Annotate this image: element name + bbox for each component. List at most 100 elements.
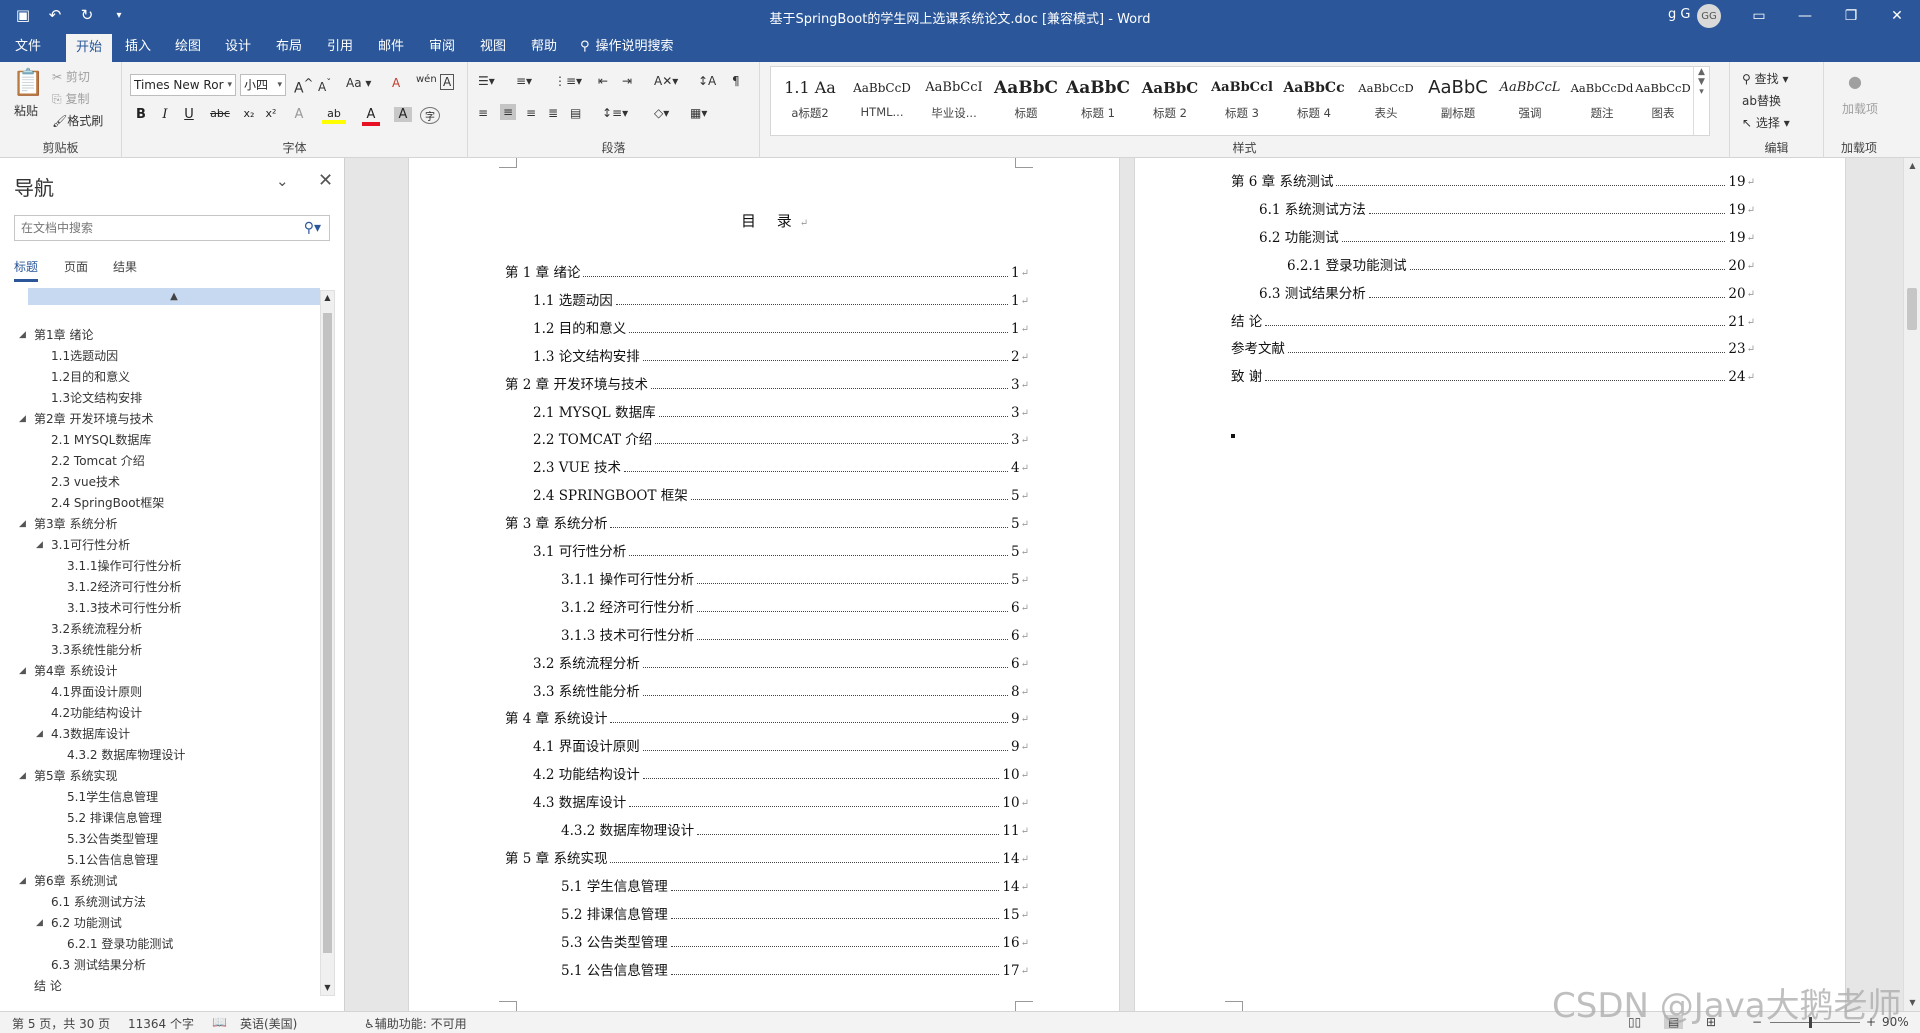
char-shading-button[interactable]: A bbox=[394, 107, 412, 122]
increase-indent-icon[interactable]: ⇥ bbox=[622, 74, 632, 88]
nav-current-position[interactable]: ▲ bbox=[28, 288, 320, 305]
select-button[interactable]: ↖ 选择 ▾ bbox=[1742, 114, 1790, 131]
nav-heading-item[interactable]: ◢ 第4章 系统设计 bbox=[14, 661, 319, 682]
italic-button[interactable]: I bbox=[156, 107, 174, 122]
page-left[interactable]: 目 录↵ 第 1 章 绪论 1 ↵ 1.1 选题动因 1 ↵ 1.2 目的和意义 1 ↵ 1.3 … bbox=[408, 158, 1120, 1011]
toc-entry[interactable]: 第 3 章 系统分析 5 ↵ bbox=[505, 510, 1029, 532]
style-item[interactable]: AaBbC 标题 bbox=[991, 71, 1061, 133]
expand-triangle-icon[interactable]: ◢ bbox=[36, 535, 43, 556]
align-left-icon[interactable]: ≡ bbox=[478, 106, 488, 120]
toc-entry[interactable]: 3.2 系统流程分析 6 ↵ bbox=[533, 650, 1029, 672]
proofing-icon[interactable]: 📖 bbox=[212, 1015, 227, 1029]
toc-entry[interactable]: 5.3 公告类型管理 16 ↵ bbox=[561, 929, 1029, 951]
style-item[interactable]: AaBbCcl 标题 3 bbox=[1207, 71, 1277, 133]
superscript-button[interactable]: x² bbox=[262, 107, 280, 120]
toc-entry[interactable]: 2.3 VUE 技术 4 ↵ bbox=[533, 454, 1029, 476]
nav-heading-item[interactable]: 2.2 Tomcat 介绍 bbox=[14, 451, 319, 472]
nav-heading-item[interactable]: 5.1学生信息管理 bbox=[14, 787, 319, 808]
phonetic-guide-button[interactable]: wén bbox=[416, 74, 437, 85]
font-color-button[interactable]: A bbox=[362, 107, 380, 126]
nav-heading-item[interactable]: ◢ 3.1可行性分析 bbox=[14, 535, 319, 556]
tab-view[interactable]: 视图 bbox=[473, 32, 513, 62]
toc-entry[interactable]: 1.2 目的和意义 1 ↵ bbox=[533, 315, 1029, 337]
tab-help[interactable]: 帮助 bbox=[524, 32, 564, 62]
restore-icon[interactable]: ❐ bbox=[1828, 0, 1874, 32]
chevron-up-icon[interactable]: ▲ bbox=[1694, 67, 1709, 77]
style-item[interactable]: AaBbCcD 图表 bbox=[1633, 71, 1693, 133]
addins-button[interactable]: 加载项 bbox=[1842, 100, 1878, 117]
style-item[interactable]: AaBbCcD HTML... bbox=[847, 71, 917, 133]
multilevel-list-icon[interactable]: ⋮≡▾ bbox=[554, 74, 582, 88]
toc-entry[interactable]: 6.3 测试结果分析 20 ↵ bbox=[1259, 280, 1755, 302]
distributed-icon[interactable]: ▤ bbox=[570, 106, 581, 120]
toc-entry[interactable]: 第 2 章 开发环境与技术 3 ↵ bbox=[505, 371, 1029, 393]
expand-triangle-icon[interactable]: ◢ bbox=[19, 514, 26, 535]
style-item[interactable]: AaBbC 标题 2 bbox=[1135, 71, 1205, 133]
replace-button[interactable]: ab替换 bbox=[1742, 92, 1781, 109]
style-item[interactable]: AaBbCc 标题 4 bbox=[1279, 71, 1349, 133]
toc-entry[interactable]: 参考文献 23 ↵ bbox=[1231, 335, 1755, 357]
style-item[interactable]: AaBbC 标题 1 bbox=[1063, 71, 1133, 133]
ribbon-display-icon[interactable]: ▭ bbox=[1736, 0, 1782, 32]
change-case-button[interactable]: Aa ▾ bbox=[346, 76, 371, 90]
tab-insert[interactable]: 插入 bbox=[118, 32, 158, 62]
nav-heading-item[interactable]: 4.1界面设计原则 bbox=[14, 682, 319, 703]
toc-entry[interactable]: 4.3 数据库设计 10 ↵ bbox=[533, 789, 1029, 811]
accessibility-status[interactable]: ♿辅助功能: 不可用 bbox=[364, 1015, 467, 1032]
highlight-button[interactable]: ab bbox=[322, 107, 346, 124]
style-item[interactable]: AaBbCcD 表头 bbox=[1351, 71, 1421, 133]
toc-entry[interactable]: 第 1 章 绪论 1 ↵ bbox=[505, 259, 1029, 281]
close-icon[interactable]: ✕ bbox=[1874, 0, 1920, 32]
style-item[interactable]: AaBbCcDd 题注 bbox=[1567, 71, 1637, 133]
style-item[interactable]: AaBbCcI 毕业设... bbox=[919, 71, 989, 133]
nav-tab-results[interactable]: 结果 bbox=[113, 258, 137, 275]
nav-heading-item[interactable]: 3.2系统流程分析 bbox=[14, 619, 319, 640]
tab-home[interactable]: 开始 bbox=[66, 34, 112, 62]
nav-heading-item[interactable]: 5.1公告信息管理 bbox=[14, 850, 319, 871]
expand-triangle-icon[interactable]: ◢ bbox=[36, 913, 43, 934]
line-spacing-icon[interactable]: ↕≡▾ bbox=[602, 106, 628, 120]
tell-me-search[interactable]: ⚲ 操作说明搜索 bbox=[580, 32, 700, 62]
nav-heading-item[interactable]: 5.2 排课信息管理 bbox=[14, 808, 319, 829]
chevron-down-icon[interactable]: ▼ bbox=[321, 981, 334, 995]
nav-heading-item[interactable]: 3.1.2经济可行性分析 bbox=[14, 577, 319, 598]
toc-entry[interactable]: 3.1.1 操作可行性分析 5 ↵ bbox=[561, 566, 1029, 588]
nav-tab-pages[interactable]: 页面 bbox=[64, 258, 88, 275]
style-item[interactable]: AaBbCcL 强调 bbox=[1495, 71, 1565, 133]
text-effects-button[interactable]: A bbox=[290, 107, 308, 122]
chevron-down-icon[interactable]: ▼ bbox=[1904, 995, 1920, 1011]
toc-entry[interactable]: 第 4 章 系统设计 9 ↵ bbox=[505, 705, 1029, 727]
expand-triangle-icon[interactable]: ◢ bbox=[19, 409, 26, 430]
nav-heading-item[interactable]: 6.3 测试结果分析 bbox=[14, 955, 319, 976]
tab-design[interactable]: 设计 bbox=[218, 32, 258, 62]
nav-heading-item[interactable]: 3.3系统性能分析 bbox=[14, 640, 319, 661]
nav-heading-item[interactable]: 6.2.1 登录功能测试 bbox=[14, 934, 319, 955]
nav-heading-item[interactable]: ◢ 第1章 绪论 bbox=[14, 325, 319, 346]
toc-entry[interactable]: 致 谢 24 ↵ bbox=[1231, 363, 1755, 385]
toc-entry[interactable]: 3.1.3 技术可行性分析 6 ↵ bbox=[561, 622, 1029, 644]
toc-entry[interactable]: 3.1.2 经济可行性分析 6 ↵ bbox=[561, 594, 1029, 616]
show-marks-icon[interactable]: ¶ bbox=[732, 74, 740, 88]
toc-entry[interactable]: 1.3 论文结构安排 2 ↵ bbox=[533, 343, 1029, 365]
nav-heading-item[interactable]: 2.1 MYSQL数据库 bbox=[14, 430, 319, 451]
clear-format-button[interactable]: A bbox=[392, 76, 400, 90]
toc-entry[interactable]: 5.1 学生信息管理 14 ↵ bbox=[561, 873, 1029, 895]
tab-draw[interactable]: 绘图 bbox=[168, 32, 208, 62]
expand-triangle-icon[interactable]: ◢ bbox=[36, 724, 43, 745]
expand-triangle-icon[interactable]: ◢ bbox=[19, 766, 26, 787]
nav-tab-headings[interactable]: 标题 bbox=[14, 258, 39, 282]
search-icon[interactable]: ⚲▾ bbox=[304, 216, 321, 240]
word-count[interactable]: 11364 个字 bbox=[128, 1015, 194, 1032]
nav-heading-item[interactable]: 2.4 SpringBoot框架 bbox=[14, 493, 319, 514]
toc-entry[interactable]: 4.2 功能结构设计 10 ↵ bbox=[533, 761, 1029, 783]
nav-heading-item[interactable]: 1.1选题动因 bbox=[14, 346, 319, 367]
expand-triangle-icon[interactable]: ◢ bbox=[19, 661, 26, 682]
toc-entry[interactable]: 3.3 系统性能分析 8 ↵ bbox=[533, 678, 1029, 700]
toc-entry[interactable]: 1.1 选题动因 1 ↵ bbox=[533, 287, 1029, 309]
font-name-select[interactable]: Times New Ror ▾ bbox=[130, 74, 236, 96]
style-item[interactable]: 1.1 Aa a标题2 bbox=[775, 71, 845, 133]
toc-entry[interactable]: 4.3.2 数据库物理设计 11 ↵ bbox=[561, 817, 1029, 839]
toc-entry[interactable]: 6.2 功能测试 19 ↵ bbox=[1259, 224, 1755, 246]
find-button[interactable]: ⚲ 查找 ▾ bbox=[1742, 70, 1788, 87]
tab-mailings[interactable]: 邮件 bbox=[371, 32, 411, 62]
